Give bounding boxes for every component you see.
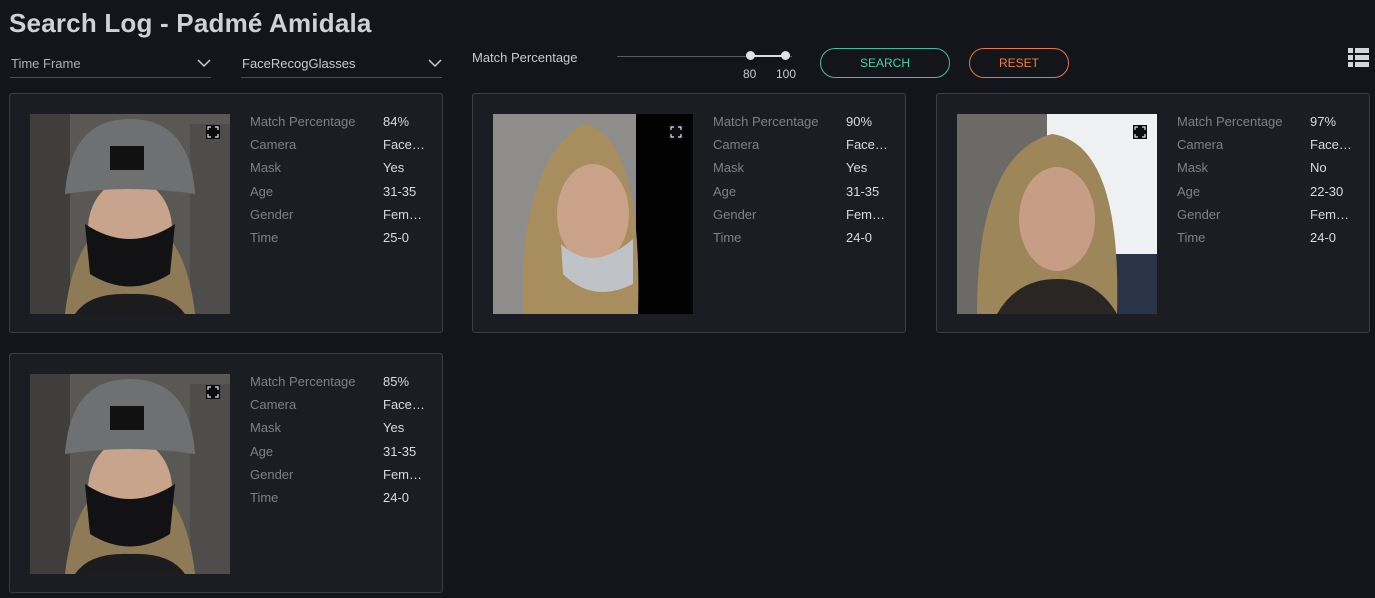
mask-value: No (1310, 160, 1327, 176)
age-value: 31-35 (383, 183, 417, 199)
field-label: Mask (1177, 160, 1209, 176)
search-button[interactable]: SEARCH (820, 48, 950, 78)
time-value: 24-0 (846, 229, 873, 245)
camera-dropdown[interactable]: FaceRecogGlasses (241, 52, 442, 78)
camera-value: FaceRecogGlasses (1310, 137, 1352, 153)
field-label: Age (250, 183, 274, 199)
camera-value: FaceRecogGlasses (846, 137, 888, 153)
chevron-down-icon (428, 59, 442, 68)
field-label: Gender (250, 466, 294, 482)
field-label: Age (250, 443, 274, 459)
chevron-down-icon (197, 59, 211, 68)
age-value: 31-35 (383, 443, 417, 459)
result-card[interactable]: Match Percentage 84% Camera FaceRecogGlass… (9, 93, 443, 333)
field-label: Mask (250, 160, 282, 176)
expand-icon[interactable] (206, 385, 220, 399)
result-details: Match Percentage 97% Camera FaceRecogGlass… (1177, 114, 1357, 253)
page-title: Search Log - Padmé Amidala (9, 8, 372, 38)
field-label: Gender (713, 206, 757, 222)
field-label: Mask (250, 420, 282, 436)
field-label: Time (250, 229, 279, 245)
age-value: 22-30 (1310, 183, 1344, 199)
expand-icon[interactable] (669, 125, 683, 139)
match-value: 84% (383, 114, 410, 129)
match-percentage-slider[interactable]: 80 100 (617, 48, 797, 84)
face-photo (493, 114, 693, 314)
gender-value: Female (1310, 206, 1352, 222)
face-photo (30, 114, 230, 314)
camera-value: FaceRecogGlasses (383, 397, 425, 413)
time-frame-dropdown[interactable]: Time Frame (10, 52, 211, 78)
gender-value: Female (383, 466, 425, 482)
expand-icon[interactable] (206, 125, 220, 139)
face-photo (30, 374, 230, 574)
slider-min-value: 80 (743, 67, 757, 81)
time-value: 25-0 (383, 229, 410, 245)
field-label: Camera (250, 137, 297, 153)
result-details: Match Percentage 85% Camera FaceRecogGlass… (250, 374, 430, 513)
result-card[interactable]: Match Percentage 90% Camera FaceRecogGlass… (472, 93, 906, 333)
field-label: Match Percentage (713, 114, 819, 129)
result-details: Match Percentage 84% Camera FaceRecogGlass… (250, 114, 430, 253)
slider-min-handle[interactable] (746, 51, 755, 60)
camera-value: FaceRecogGlasses (383, 137, 425, 153)
field-label: Match Percentage (250, 114, 356, 129)
field-label: Match Percentage (250, 374, 356, 389)
field-label: Match Percentage (1177, 114, 1283, 129)
age-value: 31-35 (846, 183, 880, 199)
result-card[interactable]: Match Percentage 97% Camera FaceRecogGlass… (936, 93, 1370, 333)
time-frame-placeholder: Time Frame (11, 56, 81, 71)
time-value: 24-0 (383, 489, 410, 505)
match-value: 90% (846, 114, 873, 129)
field-label: Time (713, 229, 742, 245)
field-label: Camera (250, 397, 297, 413)
field-label: Mask (713, 160, 745, 176)
result-card[interactable]: Match Percentage 85% Camera FaceRecogGlass… (9, 353, 443, 593)
match-percentage-label: Match Percentage (472, 50, 578, 65)
mask-value: Yes (383, 420, 405, 436)
gender-value: Female (383, 206, 425, 222)
field-label: Age (1177, 183, 1201, 199)
expand-icon[interactable] (1133, 125, 1147, 139)
field-label: Time (250, 489, 279, 505)
camera-dropdown-value: FaceRecogGlasses (242, 56, 356, 71)
field-label: Gender (250, 206, 294, 222)
reset-button[interactable]: RESET (969, 48, 1069, 78)
field-label: Age (713, 183, 737, 199)
result-details: Match Percentage 90% Camera FaceRecogGlass… (713, 114, 893, 253)
gender-value: Female (846, 206, 888, 222)
mask-value: Yes (846, 160, 868, 176)
time-value: 24-0 (1310, 229, 1337, 245)
field-label: Time (1177, 229, 1206, 245)
match-value: 97% (1310, 114, 1337, 129)
field-label: Camera (713, 137, 760, 153)
field-label: Camera (1177, 137, 1224, 153)
face-photo (957, 114, 1157, 314)
list-view-icon[interactable] (1348, 48, 1369, 67)
match-value: 85% (383, 374, 410, 389)
slider-max-value: 100 (776, 67, 797, 81)
slider-max-handle[interactable] (781, 51, 790, 60)
field-label: Gender (1177, 206, 1221, 222)
mask-value: Yes (383, 160, 405, 176)
